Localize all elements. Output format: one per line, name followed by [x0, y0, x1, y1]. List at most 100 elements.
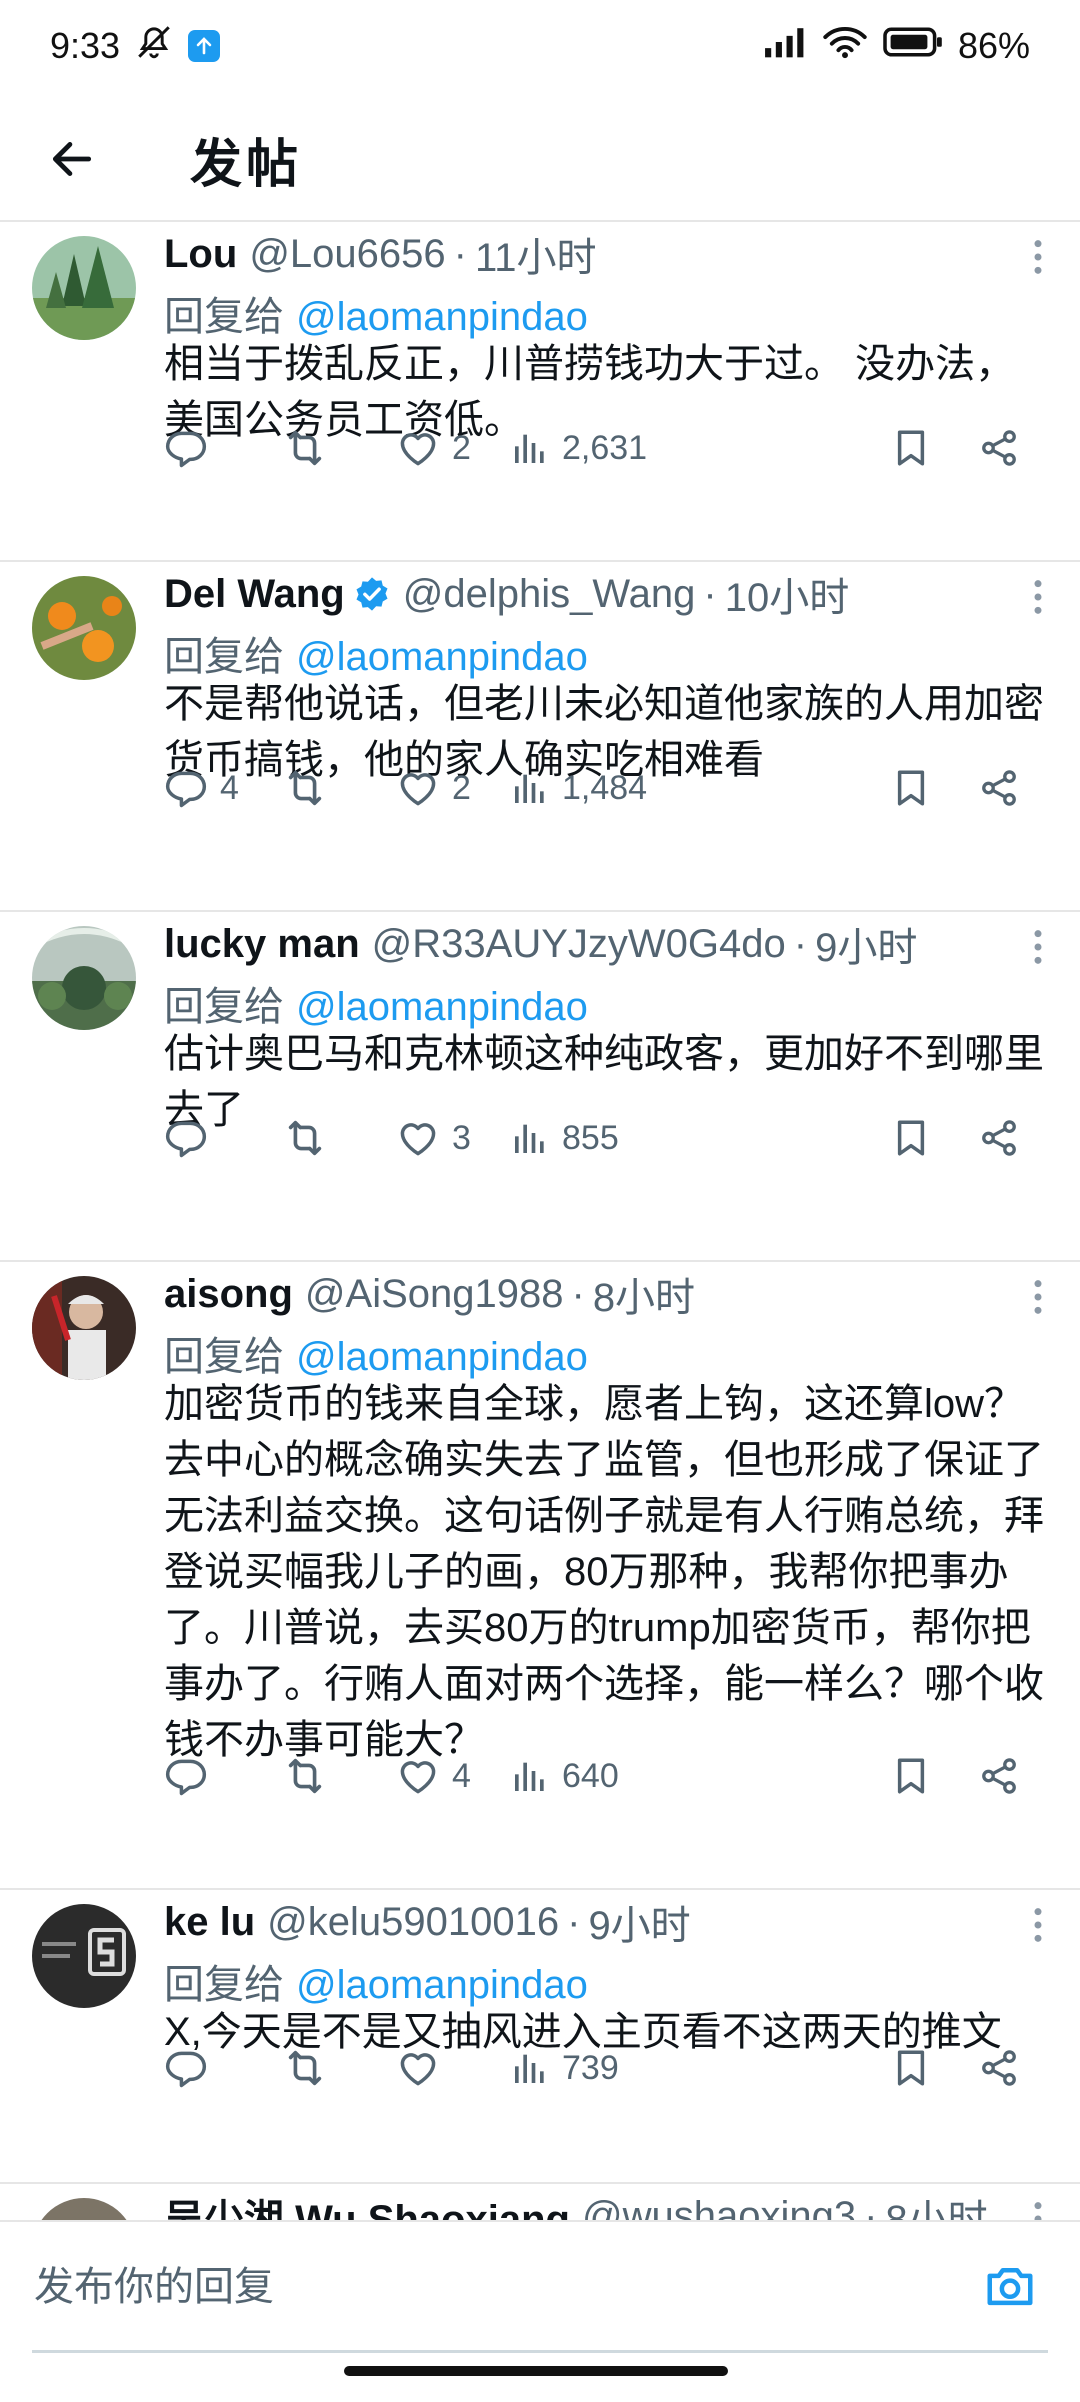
share-icon: [978, 427, 1020, 469]
bookmark-button[interactable]: [890, 758, 932, 818]
bookmark-icon: [890, 1755, 932, 1797]
back-button[interactable]: [40, 127, 104, 191]
reply-icon: [164, 1754, 208, 1798]
bookmark-button[interactable]: [890, 418, 932, 478]
author-name[interactable]: Lou: [164, 232, 237, 277]
home-indicator[interactable]: [344, 2366, 728, 2376]
tweet-time: 11小时: [474, 236, 597, 280]
avatar[interactable]: [32, 926, 136, 1030]
more-options-button[interactable]: [1018, 2194, 1058, 2220]
reply-context: 回复给 @laomanpindao: [164, 635, 588, 679]
retweet-button[interactable]: [282, 1108, 340, 1168]
more-options-button[interactable]: [1018, 572, 1058, 622]
author-handle[interactable]: @AiSong1988: [305, 1272, 564, 1317]
more-options-button[interactable]: [1018, 1272, 1058, 1322]
wifi-icon: [822, 25, 868, 68]
avatar[interactable]: [32, 576, 136, 680]
tweet-card[interactable]: ke lu @kelu59010016 · 9小时 回复给 @laomanpind…: [0, 1890, 1080, 2184]
avatar[interactable]: [32, 1904, 136, 2008]
tweet-actions: 2 2,631: [164, 418, 1034, 478]
more-vertical-icon: [1033, 2199, 1043, 2220]
tweet-card[interactable]: Del Wang @delphis_Wang · 10小时 回复给 @laoman…: [0, 562, 1080, 912]
reply-mention-link[interactable]: @laomanpindao: [296, 295, 588, 339]
like-button[interactable]: 4: [396, 1746, 471, 1806]
views-button[interactable]: 855: [510, 1108, 619, 1168]
tweet-actions: 4 2 1,484: [164, 758, 1034, 818]
author-handle[interactable]: @Lou6656: [249, 232, 445, 277]
author-handle[interactable]: @delphis_Wang: [403, 572, 696, 617]
bookmark-button[interactable]: [890, 1108, 932, 1168]
share-icon: [978, 2047, 1020, 2089]
share-button[interactable]: [978, 2038, 1020, 2098]
camera-button[interactable]: [978, 2254, 1042, 2318]
author-name[interactable]: 吴少湘 Wu Shaoxiang: [164, 2190, 570, 2220]
reply-mention-link[interactable]: @laomanpindao: [296, 1963, 588, 2007]
views-icon: [510, 1756, 550, 1796]
reply-input[interactable]: [32, 2222, 936, 2352]
reply-button[interactable]: [164, 418, 220, 478]
views-icon: [510, 2048, 550, 2088]
tweet-card[interactable]: 吴少湘 Wu Shaoxiang @wushaoxing3 · 8小时: [0, 2184, 1080, 2220]
more-options-button[interactable]: [1018, 1900, 1058, 1950]
retweet-button[interactable]: [282, 758, 340, 818]
author-name[interactable]: lucky man: [164, 922, 360, 967]
tweet-card[interactable]: lucky man @R33AUYJzyW0G4do · 9小时 回复给 @lao…: [0, 912, 1080, 1262]
status-time: 9:33: [50, 25, 121, 66]
more-vertical-icon: [1033, 1277, 1043, 1317]
tweet-header: ke lu @kelu59010016 · 9小时: [164, 1896, 990, 1949]
author-name[interactable]: ke lu: [164, 1900, 255, 1945]
author-handle[interactable]: @R33AUYJzyW0G4do: [372, 922, 786, 967]
tweet-card[interactable]: Lou @Lou6656 · 11小时 回复给 @laomanpindao 相当于…: [0, 222, 1080, 562]
share-button[interactable]: [978, 1746, 1020, 1806]
upload-notification-icon: [188, 30, 221, 62]
share-button[interactable]: [978, 1108, 1020, 1168]
bookmark-button[interactable]: [890, 1746, 932, 1806]
reply-mention-link[interactable]: @laomanpindao: [296, 635, 588, 679]
retweet-button[interactable]: [282, 1746, 340, 1806]
like-button[interactable]: 2: [396, 418, 471, 478]
views-icon: [510, 768, 550, 808]
page-title: 发帖: [190, 136, 303, 194]
views-button[interactable]: 640: [510, 1746, 619, 1806]
reply-icon: [164, 1116, 208, 1160]
reply-feed[interactable]: Lou @Lou6656 · 11小时 回复给 @laomanpindao 相当于…: [0, 222, 1080, 2220]
bookmark-button[interactable]: [890, 2038, 932, 2098]
reply-button[interactable]: [164, 2038, 220, 2098]
reply-mention-link[interactable]: @laomanpindao: [296, 1335, 588, 1379]
avatar[interactable]: [32, 2198, 136, 2220]
more-vertical-icon: [1033, 577, 1043, 617]
heart-icon: [396, 1116, 440, 1160]
retweet-button[interactable]: [282, 418, 340, 478]
reply-button[interactable]: 4: [164, 758, 239, 818]
more-vertical-icon: [1033, 237, 1043, 277]
tweet-time: 9小时: [815, 926, 918, 970]
like-button[interactable]: 2: [396, 758, 471, 818]
camera-icon: [987, 2268, 1033, 2306]
reply-mention-link[interactable]: @laomanpindao: [296, 985, 588, 1029]
more-options-button[interactable]: [1018, 922, 1058, 972]
tweet-card[interactable]: aisong @AiSong1988 · 8小时 回复给 @laomanpinda…: [0, 1262, 1080, 1890]
reply-button[interactable]: [164, 1746, 220, 1806]
views-button[interactable]: 2,631: [510, 418, 647, 478]
views-button[interactable]: 1,484: [510, 758, 647, 818]
share-button[interactable]: [978, 758, 1020, 818]
views-button[interactable]: 739: [510, 2038, 619, 2098]
more-options-button[interactable]: [1018, 232, 1058, 282]
share-button[interactable]: [978, 418, 1020, 478]
avatar[interactable]: [32, 1276, 136, 1380]
author-handle[interactable]: @wushaoxing3: [582, 2194, 856, 2221]
like-button[interactable]: [396, 2038, 452, 2098]
avatar[interactable]: [32, 236, 136, 340]
author-name[interactable]: aisong: [164, 1272, 293, 1317]
author-name[interactable]: Del Wang: [164, 572, 345, 617]
retweet-button[interactable]: [282, 2038, 340, 2098]
share-icon: [978, 767, 1020, 809]
author-handle[interactable]: @kelu59010016: [267, 1900, 559, 1945]
tweet-text: 加密货币的钱来自全球，愿者上钩，这还算low？去中心的概念确实失去了监管，但也形…: [164, 1382, 1044, 1762]
heart-icon: [396, 2046, 440, 2090]
retweet-icon: [282, 1753, 328, 1799]
tweet-header: Del Wang @delphis_Wang · 10小时: [164, 568, 990, 621]
like-button[interactable]: 3: [396, 1108, 471, 1168]
tweet-header: Lou @Lou6656 · 11小时: [164, 228, 990, 281]
reply-button[interactable]: [164, 1108, 220, 1168]
